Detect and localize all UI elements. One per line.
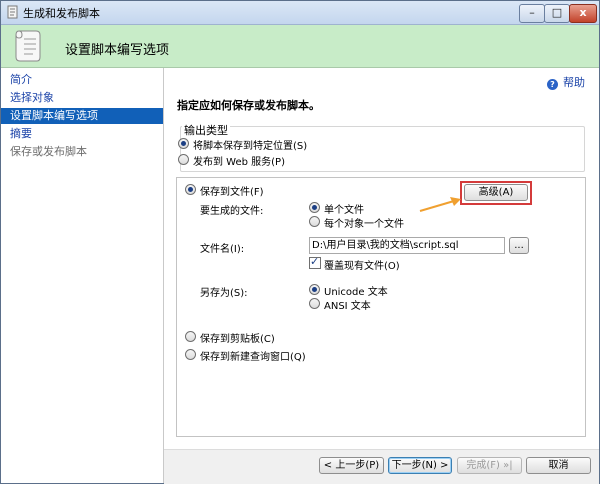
radio-file-per-object[interactable] — [309, 216, 320, 227]
cancel-button[interactable]: 取消 — [526, 457, 591, 474]
finish-button-label: 完成(F) — [466, 460, 500, 471]
radio-publish-web-label: 发布到 Web 服务(P) — [193, 157, 285, 168]
overwrite-checkbox[interactable] — [309, 255, 321, 269]
maximize-icon: □ — [551, 6, 563, 19]
instruction-text: 指定应如何保存或发布脚本。 — [177, 99, 320, 112]
window-title: 生成和发布脚本 — [23, 7, 100, 20]
files-to-generate-label: 要生成的文件: — [200, 206, 264, 217]
radio-file-per-object-label: 每个对象一个文件 — [324, 219, 404, 230]
nav-item-summary[interactable]: 摘要 — [1, 126, 163, 142]
wizard-nav: 简介 选择对象 设置脚本编写选项 摘要 保存或发布脚本 — [1, 68, 164, 483]
wizard-window: 生成和发布脚本 – □ x 设置脚本编写选项 简介 选择对象 设置脚本编写选项 … — [0, 0, 600, 484]
close-button[interactable]: x — [569, 4, 597, 23]
radio-save-to-file[interactable] — [185, 184, 196, 195]
help-link[interactable]: ? 帮助 — [547, 74, 585, 90]
wizard-header: 设置脚本编写选项 — [1, 25, 599, 68]
radio-single-file-label: 单个文件 — [324, 205, 364, 216]
nav-item-scripting-options[interactable]: 设置脚本编写选项 — [1, 108, 163, 124]
radio-save-to-location[interactable] — [178, 138, 189, 149]
scroll-icon — [15, 30, 41, 62]
highlight-box — [460, 181, 532, 205]
radio-save-query-window[interactable] — [185, 349, 196, 360]
radio-unicode[interactable] — [309, 284, 320, 295]
finish-icon: »| — [503, 460, 513, 471]
help-label: 帮助 — [563, 76, 585, 89]
radio-save-to-file-label: 保存到文件(F) — [200, 187, 264, 198]
pointer-arrow-icon — [419, 197, 461, 212]
minimize-button[interactable]: – — [519, 4, 545, 23]
overwrite-label: 覆盖现有文件(O) — [324, 261, 400, 272]
previous-button[interactable]: < 上一步(P) — [319, 457, 384, 474]
title-bar: 生成和发布脚本 – □ x — [1, 1, 599, 25]
content-panel: ? 帮助 指定应如何保存或发布脚本。 输出类型 将脚本保存到特定位置(S) 发布到… — [164, 68, 599, 483]
radio-unicode-label: Unicode 文本 — [324, 287, 388, 298]
filename-input[interactable]: D:\用户目录\我的文档\script.sql — [309, 237, 505, 254]
output-type-legend: 输出类型 — [182, 122, 230, 138]
save-as-label: 另存为(S): — [200, 288, 248, 299]
finish-button: 完成(F) »| — [457, 457, 522, 474]
filename-label: 文件名(I): — [200, 244, 245, 255]
minimize-icon: – — [529, 6, 535, 19]
maximize-button[interactable]: □ — [544, 4, 570, 23]
radio-save-to-location-label: 将脚本保存到特定位置(S) — [193, 141, 308, 152]
radio-ansi[interactable] — [309, 298, 320, 309]
nav-item-intro[interactable]: 简介 — [1, 72, 163, 88]
page-title: 设置脚本编写选项 — [65, 43, 170, 58]
radio-save-query-window-label: 保存到新建查询窗口(Q) — [200, 352, 306, 363]
radio-save-clipboard[interactable] — [185, 331, 196, 342]
help-icon: ? — [547, 79, 558, 90]
wizard-footer: < 上一步(P) 下一步(N) > 完成(F) »| 取消 — [164, 449, 599, 484]
radio-single-file[interactable] — [309, 202, 320, 213]
script-app-icon — [7, 5, 18, 19]
browse-button[interactable]: ... — [509, 237, 529, 254]
radio-ansi-label: ANSI 文本 — [324, 301, 371, 312]
radio-publish-web[interactable] — [178, 154, 189, 165]
nav-item-select-objects[interactable]: 选择对象 — [1, 90, 163, 106]
nav-item-save-publish: 保存或发布脚本 — [10, 145, 87, 158]
radio-save-clipboard-label: 保存到剪贴板(C) — [200, 334, 275, 345]
next-button[interactable]: 下一步(N) > — [388, 457, 452, 474]
close-icon: x — [579, 6, 587, 19]
